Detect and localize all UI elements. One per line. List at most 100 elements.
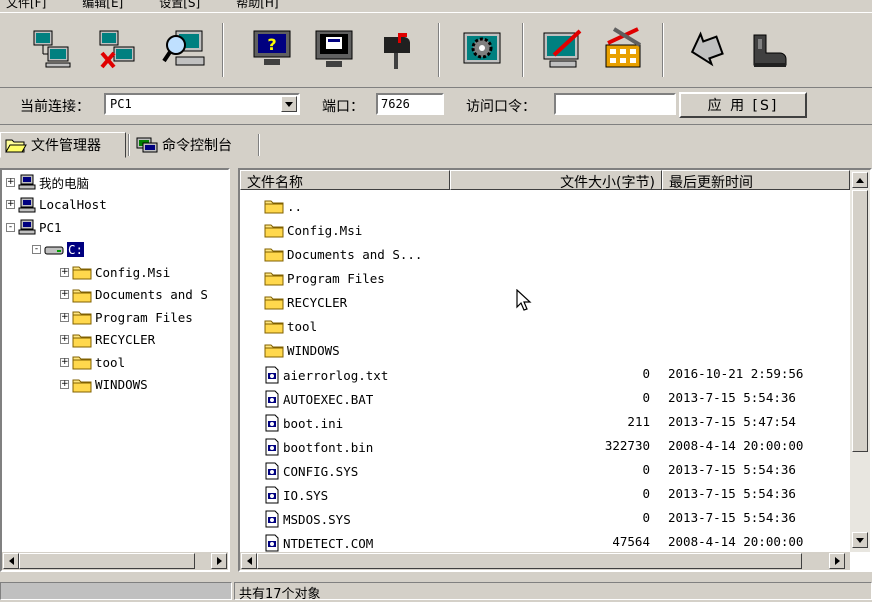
tree-node[interactable]: + RECYCLER bbox=[60, 330, 155, 350]
expand-icon[interactable]: + bbox=[60, 357, 69, 367]
expand-icon[interactable]: + bbox=[6, 200, 15, 209]
table-row[interactable]: MSDOS.SYS 0 2013-7-15 5:54:36 bbox=[240, 507, 850, 531]
folder-icon bbox=[264, 344, 284, 358]
tree-node[interactable]: + Documents and S bbox=[60, 285, 208, 305]
table-row[interactable]: tool bbox=[240, 315, 850, 339]
gear-panel-button[interactable] bbox=[458, 25, 506, 73]
arrow-up-icon bbox=[856, 177, 864, 183]
tab-command-console[interactable]: 命令控制台 bbox=[132, 132, 256, 158]
tree-node[interactable]: - PC1 bbox=[6, 217, 62, 237]
table-row[interactable]: bootfont.bin 322730 2008-4-14 20:00:00 bbox=[240, 435, 850, 459]
table-row[interactable]: WINDOWS bbox=[240, 339, 850, 363]
mailbox-button[interactable] bbox=[372, 25, 420, 73]
table-row[interactable]: aierrorlog.txt 0 2016-10-21 2:59:56 bbox=[240, 363, 850, 387]
tab-file-manager[interactable]: 文件管理器 bbox=[0, 132, 126, 158]
file-name-cell: Program Files bbox=[264, 270, 385, 286]
screen-view-button[interactable] bbox=[310, 25, 358, 73]
port-input[interactable]: 7626 bbox=[376, 93, 444, 115]
expand-icon[interactable]: + bbox=[60, 335, 69, 344]
table-row[interactable]: .. bbox=[240, 195, 850, 219]
boot-button[interactable] bbox=[744, 25, 792, 73]
column-header-time[interactable]: 最后更新时间 bbox=[662, 170, 850, 191]
apply-button[interactable]: 应 用 [S] bbox=[679, 92, 807, 118]
network-computers-button[interactable] bbox=[28, 25, 76, 73]
scroll-left-button[interactable] bbox=[3, 553, 19, 569]
table-row[interactable]: RECYCLER bbox=[240, 291, 850, 315]
menu-file[interactable]: 文件[F] bbox=[6, 0, 46, 10]
tree-node[interactable]: + LocalHost bbox=[6, 195, 107, 215]
scroll-right-button[interactable] bbox=[829, 553, 845, 569]
arrow-down-icon bbox=[856, 537, 864, 543]
table-row[interactable]: AUTOEXEC.BAT 0 2013-7-15 5:54:36 bbox=[240, 387, 850, 411]
arrow-right-icon bbox=[216, 557, 222, 565]
menu-help[interactable]: 帮助[H] bbox=[236, 0, 278, 10]
arrow-left-icon bbox=[246, 557, 252, 565]
file-icon bbox=[265, 390, 279, 408]
help-monitor-button[interactable]: ? bbox=[248, 25, 296, 73]
back-arrow-icon bbox=[690, 31, 724, 67]
table-row[interactable]: Program Files bbox=[240, 267, 850, 291]
file-name: aierrorlog.txt bbox=[283, 367, 389, 383]
expand-icon[interactable]: + bbox=[60, 380, 69, 389]
file-name: tool bbox=[287, 318, 318, 334]
scroll-thumb[interactable] bbox=[19, 553, 195, 569]
list-vertical-scrollbar[interactable] bbox=[850, 170, 870, 552]
file-size: 211 bbox=[627, 414, 650, 429]
file-size: 0 bbox=[642, 366, 650, 381]
table-row[interactable]: Config.Msi bbox=[240, 219, 850, 243]
table-row[interactable]: IO.SYS 0 2013-7-15 5:54:36 bbox=[240, 483, 850, 507]
tree-node[interactable]: + Program Files bbox=[60, 307, 193, 327]
file-icon bbox=[265, 510, 279, 528]
search-computer-button[interactable] bbox=[160, 25, 208, 73]
expand-icon[interactable]: + bbox=[60, 267, 69, 277]
table-row[interactable]: Documents and S... bbox=[240, 243, 850, 267]
scroll-down-button[interactable] bbox=[852, 532, 868, 548]
expand-icon[interactable]: + bbox=[60, 290, 69, 299]
tree-node[interactable]: + Config.Msi bbox=[60, 262, 170, 282]
column-header-name[interactable]: 文件名称 bbox=[240, 170, 450, 191]
scroll-thumb[interactable] bbox=[852, 190, 868, 452]
folder-icon bbox=[72, 311, 92, 325]
toolbar: ? bbox=[0, 12, 872, 88]
collapse-icon[interactable]: - bbox=[6, 222, 15, 232]
connection-select[interactable]: PC1 bbox=[104, 93, 300, 115]
column-header-size[interactable]: 文件大小(字节) bbox=[450, 170, 662, 191]
table-row[interactable]: boot.ini 211 2013-7-15 5:47:54 bbox=[240, 411, 850, 435]
collapse-icon[interactable]: - bbox=[32, 245, 41, 254]
edit-monitor-button[interactable] bbox=[538, 25, 586, 73]
back-arrow-button[interactable] bbox=[682, 25, 730, 73]
tree-node[interactable]: + tool bbox=[60, 352, 125, 372]
password-input[interactable] bbox=[554, 93, 676, 115]
tree-node[interactable]: + 我的电脑 bbox=[6, 172, 89, 192]
menu-edit[interactable]: 编辑[E] bbox=[82, 0, 123, 10]
boot-icon bbox=[753, 34, 787, 67]
scroll-left-button[interactable] bbox=[241, 553, 257, 569]
scroll-thumb[interactable] bbox=[257, 553, 802, 569]
folder-icon bbox=[72, 334, 92, 347]
menu-settings[interactable]: 设置[S] bbox=[159, 0, 200, 10]
file-name: Documents and S... bbox=[287, 246, 423, 262]
folder-tree: + 我的电脑 + LocalHost - PC1 - C: + Config.Msi + Docume… bbox=[0, 168, 230, 572]
file-name-cell: MSDOS.SYS bbox=[264, 510, 351, 528]
dropdown-button[interactable] bbox=[281, 96, 297, 112]
table-row[interactable]: CONFIG.SYS 0 2013-7-15 5:54:36 bbox=[240, 459, 850, 483]
scroll-up-button[interactable] bbox=[852, 172, 868, 188]
tree-node[interactable]: + WINDOWS bbox=[60, 375, 148, 395]
tools-button[interactable] bbox=[600, 25, 648, 73]
file-name-cell: tool bbox=[264, 318, 317, 334]
file-name-cell: CONFIG.SYS bbox=[264, 462, 358, 480]
tree-horizontal-scrollbar[interactable] bbox=[2, 552, 228, 570]
disconnect-computers-button[interactable] bbox=[94, 25, 142, 73]
scroll-right-button[interactable] bbox=[211, 553, 227, 569]
tree-node-label: Program Files bbox=[95, 309, 193, 325]
tree-node[interactable]: - C: bbox=[32, 240, 85, 260]
file-name-cell: boot.ini bbox=[264, 414, 343, 432]
arrow-right-icon bbox=[834, 557, 840, 565]
file-size: 0 bbox=[642, 510, 650, 525]
tree-node-label: Config.Msi bbox=[95, 264, 171, 280]
expand-icon[interactable]: + bbox=[6, 177, 15, 187]
list-horizontal-scrollbar[interactable] bbox=[240, 552, 850, 570]
toolbar-separator bbox=[662, 23, 664, 77]
expand-icon[interactable]: + bbox=[60, 312, 69, 322]
file-icon bbox=[265, 462, 279, 480]
